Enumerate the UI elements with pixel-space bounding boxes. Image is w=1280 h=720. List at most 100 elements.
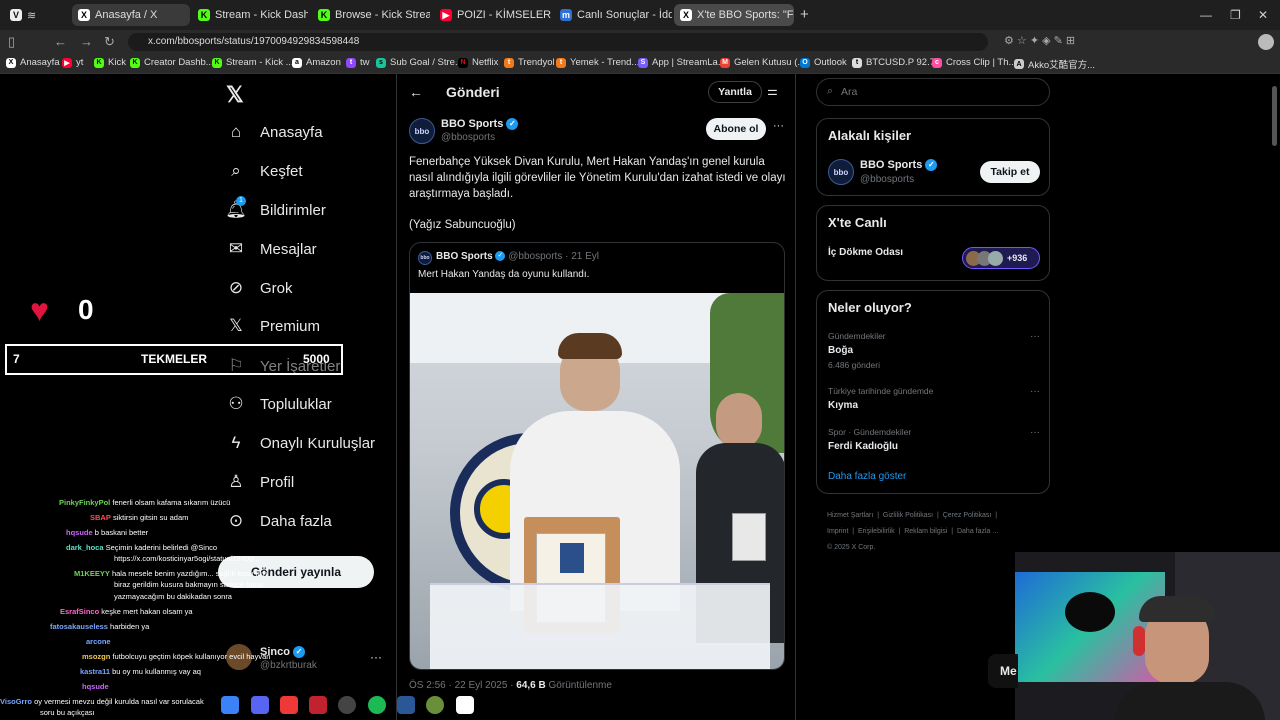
spotify-icon[interactable]	[368, 696, 386, 714]
profile-avatar-icon[interactable]	[1258, 34, 1274, 50]
app-icon[interactable]	[456, 696, 474, 714]
trendyol-favicon-icon: t	[556, 57, 566, 68]
footer-link[interactable]: Reklam bilgisi	[904, 528, 947, 535]
bookmark-item[interactable]: K Creator Dashb...	[130, 57, 214, 68]
quoted-post[interactable]: bbo BBO Sports ✓ @bbosports · 21 Eyl Mer…	[409, 242, 785, 670]
bookmark-item[interactable]: K Kick	[94, 57, 126, 68]
post-more-icon[interactable]: ···	[773, 120, 784, 132]
bookmark-item[interactable]: t Trendyol	[504, 57, 555, 68]
footer-link[interactable]: Hizmet Şartları	[827, 512, 873, 519]
search-input[interactable]: ⌕ Ara	[816, 78, 1050, 106]
bookmark-item[interactable]: t Yemek - Trend...	[556, 57, 639, 68]
new-tab-plus-icon[interactable]: +	[800, 6, 809, 23]
x-favicon-icon: X	[6, 57, 16, 68]
vivaldi-taskbar-icon[interactable]	[280, 696, 298, 714]
bookmark-item[interactable]: N Netflix	[458, 57, 498, 68]
nav-grok[interactable]: ⊘ Grok	[226, 278, 293, 298]
bookmark-item[interactable]: O Outlook	[800, 57, 847, 68]
nav-notifications[interactable]: 🔔︎ 1 Bildirimler	[225, 196, 326, 220]
back-arrow-icon[interactable]: ←	[54, 34, 67, 49]
trend-item[interactable]: Gündemdekiler Boğa 6.486 gönderi ···	[828, 331, 1040, 371]
trend-item[interactable]: Spor · Gündemdekiler Ferdi Kadıoğlu ···	[828, 427, 1040, 457]
app-icon[interactable]	[397, 696, 415, 714]
author-name-row[interactable]: BBO Sports ✓	[441, 118, 519, 131]
footer-link[interactable]: Daha fazla ...	[957, 528, 998, 535]
subscribe-label: Abone ol	[713, 123, 759, 135]
obs-icon[interactable]	[309, 696, 327, 714]
chrome-icon[interactable]	[338, 696, 356, 714]
tab-kick-browse[interactable]: K Browse - Kick Streaming	[312, 4, 430, 26]
reload-icon[interactable]: ↻	[104, 34, 115, 50]
nav-premium[interactable]: 𝕏 Premium	[226, 316, 320, 336]
close-window-icon[interactable]: ✕	[1258, 8, 1268, 22]
avatar[interactable]: bbo	[409, 118, 435, 144]
bookmark-item[interactable]: ▶ yt	[62, 57, 83, 68]
sliders-icon[interactable]: ⚌	[767, 84, 778, 98]
subscribe-button[interactable]: Abone ol	[706, 118, 766, 140]
extensions-icons[interactable]: ⚙ ☆ ✦ ◈ ✎ ⊞	[1004, 34, 1075, 47]
bookmark-item[interactable]: t tw	[346, 57, 370, 68]
nav-more[interactable]: ⊙ Daha fazla	[226, 511, 332, 531]
page-scrollbar[interactable]	[1272, 86, 1277, 146]
verified-badge-icon: ✓	[506, 118, 519, 131]
app-icon[interactable]	[426, 696, 444, 714]
maximize-icon[interactable]: ❐	[1230, 8, 1241, 22]
footer-link[interactable]: Çerez Politikası	[943, 512, 992, 519]
browser-tab-bar: V ≋ X Anasayfa / X K Stream - Kick Dashb…	[0, 0, 1280, 30]
trend-more-icon[interactable]: ···	[1030, 386, 1040, 397]
chat-user: hqsude	[82, 682, 109, 691]
footer-link[interactable]: Imprint	[827, 528, 848, 535]
youtube-favicon-icon: ▶	[440, 9, 452, 21]
x-icon: 𝕏	[229, 316, 243, 335]
back-arrow-icon[interactable]: ←	[409, 84, 423, 100]
bookmark-item[interactable]: X Anasayfa	[6, 57, 60, 68]
nav-verified-orgs[interactable]: ϟ Onaylı Kuruluşlar	[226, 433, 376, 453]
bookmark-item[interactable]: t BTCUSD.P 92.7...	[852, 57, 943, 68]
live-listeners-badge[interactable]: +936	[962, 247, 1040, 269]
tab-kick-dashboard[interactable]: K Stream - Kick Dashboard	[192, 4, 308, 26]
trend-item[interactable]: Türkiye tarihinde gündemde Kıyma ···	[828, 386, 1040, 416]
bookmark-item[interactable]: A Akko艾酷官方...	[1014, 57, 1095, 71]
tab-canli-sonuclar[interactable]: m Canlı Sonuçlar - İddaa Sonu	[554, 4, 672, 26]
forward-arrow-icon[interactable]: →	[80, 34, 93, 49]
post-timestamp-row: ÖS 2:56 · 22 Eyl 2025 · 64,6 B Görüntüle…	[409, 680, 612, 691]
live-room-name[interactable]: İç Dökme Odası	[828, 247, 903, 258]
bookmark-item[interactable]: c Cross Clip | Th...	[932, 57, 1016, 68]
avatar[interactable]: bbo	[828, 159, 854, 185]
tab-anasayfa[interactable]: X Anasayfa / X	[72, 4, 190, 26]
file-explorer-icon[interactable]	[221, 696, 239, 714]
who-name-row[interactable]: BBO Sports ✓	[860, 159, 938, 172]
tab-bbo-sports[interactable]: X X'te BBO Sports: "Fenerbah	[674, 4, 794, 26]
bookmark-item[interactable]: S App | StreamLa...	[638, 57, 726, 68]
chat-user: msozgn	[82, 652, 111, 661]
reply-button[interactable]: Yanıtla	[708, 81, 762, 103]
account-more-icon[interactable]: ···	[370, 650, 382, 664]
browser-menu-button[interactable]: V ≋	[4, 4, 64, 26]
author-handle[interactable]: @bbosports	[441, 132, 495, 143]
url-field[interactable]: x.com/bbosports/status/19700949298345984…	[128, 33, 988, 51]
show-more-link[interactable]: Daha fazla göster	[828, 471, 906, 482]
bookmark-item[interactable]: K Stream - Kick ...	[212, 57, 294, 68]
post-photo[interactable]	[410, 293, 784, 669]
minimize-icon[interactable]: —	[1200, 8, 1212, 22]
x-logo-icon[interactable]: 𝕏	[226, 82, 244, 108]
footer-link[interactable]: Erişilebilirlik	[858, 528, 895, 535]
footer-link[interactable]: Gizlilik Politikası	[883, 512, 933, 519]
tab-poizi[interactable]: ▶ POIZI - KİMSELER DUYMAS	[434, 4, 552, 26]
crossclip-favicon-icon: c	[932, 57, 942, 68]
bookmark-item[interactable]: s Sub Goal / Stre...	[376, 57, 463, 68]
follow-button[interactable]: Takip et	[980, 161, 1040, 183]
bookmark-item[interactable]: a Amazon	[292, 57, 341, 68]
trend-more-icon[interactable]: ···	[1030, 427, 1040, 438]
trend-more-icon[interactable]: ···	[1030, 331, 1040, 342]
x-favicon-icon: X	[78, 9, 90, 21]
sidebar-toggle-icon[interactable]: ▯	[8, 34, 15, 50]
nav-explore[interactable]: ⌕ Keşfet	[226, 161, 302, 181]
discord-icon[interactable]	[251, 696, 269, 714]
nav-communities[interactable]: ⚇ Topluluklar	[226, 394, 331, 414]
nav-profile[interactable]: ♙ Profil	[226, 472, 294, 492]
nav-home[interactable]: ⌂ Anasayfa	[226, 122, 323, 142]
bookmark-item[interactable]: M Gelen Kutusu (...	[720, 57, 805, 68]
chat-user: EsrafSinco	[60, 607, 100, 616]
nav-messages[interactable]: ✉ Mesajlar	[226, 239, 317, 259]
